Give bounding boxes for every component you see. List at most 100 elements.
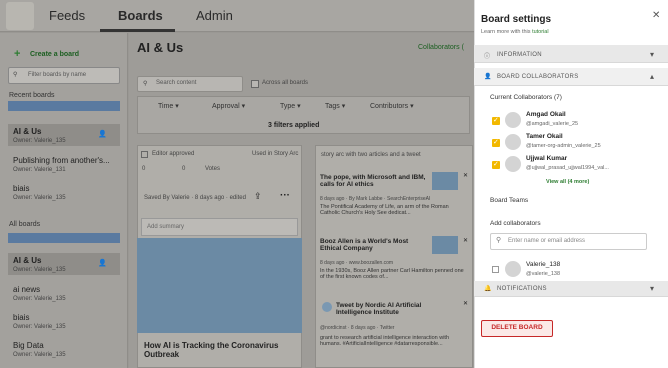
article-meta: 8 days ago · www.boozallen.com [320,260,394,266]
used-in-story-arc: Used in Story Arc [252,151,299,157]
board-name[interactable]: ai news [13,285,40,294]
close-icon[interactable]: ✕ [463,172,468,179]
board-name: AI & Us [13,256,42,265]
avatar [505,261,521,277]
vote-count[interactable]: 0 [142,166,145,172]
search-placeholder: Search content [156,80,197,86]
collaborator-handle: @tamer-org-admin_valerie_25 [526,143,601,149]
article-thumbnail [432,236,458,254]
article-excerpt: The Pontifical Academy of Life, an arm o… [320,204,449,216]
current-collaborators-label: Current Collaborators (7) [490,94,562,101]
bell-icon: 🔔 [484,286,492,292]
view-all-link[interactable]: View all (4 more) [546,179,589,185]
search-icon: ⚲ [143,81,148,87]
share-icon[interactable]: ⇪ [254,191,262,202]
collaborator-checkbox[interactable] [492,138,500,147]
recent-boards-title: Recent boards [9,92,55,99]
board-thumbnail [8,233,120,243]
candidate-handle: @valerie_138 [526,271,561,277]
board-thumbnail [8,101,120,111]
article-meta: 8 days ago · By Mark Labbe · SearchEnter… [320,196,431,202]
panel-title: Board settings [481,14,552,25]
board-owner: Owner: Valerie_131 [13,167,66,173]
collaborator-name: Tamer Okail [526,133,563,140]
app-logo[interactable] [6,2,34,30]
collaborator-handle: @ujjwal_prasad_ujjwal1994_val... [526,165,609,171]
filter-approval[interactable]: Approval ▾ [212,102,245,110]
filter-placeholder: Filter boards by name [28,72,87,78]
tweet-title[interactable]: Tweet by Nordic AI Artificial Intelligen… [336,302,456,316]
tweet-excerpt: grant to research artificial intelligenc… [320,335,450,347]
board-name[interactable]: Publishing from another's... [13,156,110,165]
board-owner: Owner: Valerie_135 [13,352,66,358]
tab-feeds[interactable]: Feeds [49,8,85,23]
candidate-checkbox[interactable] [492,266,499,273]
tweet-meta: @nordicinst · 8 days ago · Twitter [320,325,395,331]
article-title[interactable]: The pope, with Microsoft and IBM, calls … [320,174,430,188]
board-owner: Owner: Valerie_135 [13,267,66,273]
board-name[interactable]: biais [13,313,29,322]
filter-icon: ⚲ [13,72,18,78]
more-icon[interactable]: ··· [280,190,290,201]
tab-boards[interactable]: Boards [118,8,163,23]
filters-applied-label: 3 filters applied [268,122,320,129]
chevron-down-icon[interactable]: ▾ [650,284,654,293]
notifications-label: NOTIFICATIONS [497,286,547,292]
info-icon: ⓘ [484,54,491,60]
board-name[interactable]: Big Data [13,341,44,350]
board-owner: Owner: Valerie_135 [13,324,66,330]
active-tab-indicator [100,29,175,32]
close-icon[interactable]: ✕ [463,237,468,244]
collaborators-link[interactable]: Collaborators ( [418,44,464,51]
collaborator-checkbox[interactable] [492,116,500,125]
board-name[interactable]: biais [13,184,29,193]
filter-type[interactable]: Type ▾ [280,102,301,110]
collaborator-name: Amgad Okail [526,111,566,118]
add-summary-placeholder: Add summary [147,224,185,230]
create-board-button[interactable]: Create a board [30,51,79,58]
filter-time[interactable]: Time ▾ [158,102,179,110]
chevron-down-icon[interactable]: ▾ [650,50,654,59]
editor-approved-label: Editor approved [152,151,195,157]
board-title: AI & Us [137,40,184,55]
filter-tags[interactable]: Tags ▾ [325,102,345,110]
board-name: AI & Us [13,127,42,136]
article-excerpt: In the 1930s, Booz Allen partner Carl Ha… [320,268,464,280]
article-thumbnail [432,172,458,190]
person-icon: 👤 [484,74,492,80]
search-icon: ⚲ [496,237,502,244]
tab-admin[interactable]: Admin [196,8,233,23]
across-all-checkbox[interactable] [251,80,259,88]
collaborator-name: Ujjwal Kumar [526,155,568,162]
information-label: INFORMATION [497,52,542,58]
plus-icon[interactable]: + [14,48,20,60]
learn-more-text: Learn more with this tutorial [481,29,549,35]
avatar [505,156,521,172]
article-image [137,238,302,333]
across-all-label: Across all boards [262,80,309,86]
saved-by-meta: Saved By Valerie · 8 days ago · edited [144,195,246,201]
board-owner: Owner: Valerie_135 [13,296,66,302]
add-collaborator-placeholder: Enter name or email address [508,238,586,244]
close-icon[interactable]: ✕ [463,300,468,307]
board-teams-label: Board Teams [490,197,529,204]
avatar [505,134,521,150]
comment-count[interactable]: 0 [182,166,185,172]
editor-approved-checkbox[interactable] [141,151,148,158]
all-boards-title: All boards [9,221,41,228]
board-collaborators-label: BOARD COLLABORATORS [497,74,579,80]
close-icon[interactable]: ✕ [652,10,660,21]
tweet-avatar [322,302,332,312]
article-title[interactable]: How AI is Tracking the Coronavirus Outbr… [144,341,294,359]
chevron-up-icon[interactable]: ▴ [650,72,654,81]
article-title[interactable]: Booz Allen is a World's Most Ethical Com… [320,238,430,252]
collab-icon: 👤 [98,260,107,267]
collaborator-checkbox[interactable] [492,160,500,169]
board-owner: Owner: Valerie_135 [13,138,66,144]
tutorial-link[interactable]: tutorial [532,29,549,35]
filter-contributors[interactable]: Contributors ▾ [370,102,414,110]
collab-icon: 👤 [98,131,107,138]
story-arc-header: story arc with two articles and a tweet [321,152,421,158]
avatar [505,112,521,128]
delete-board-button[interactable]: DELETE BOARD [481,320,553,337]
